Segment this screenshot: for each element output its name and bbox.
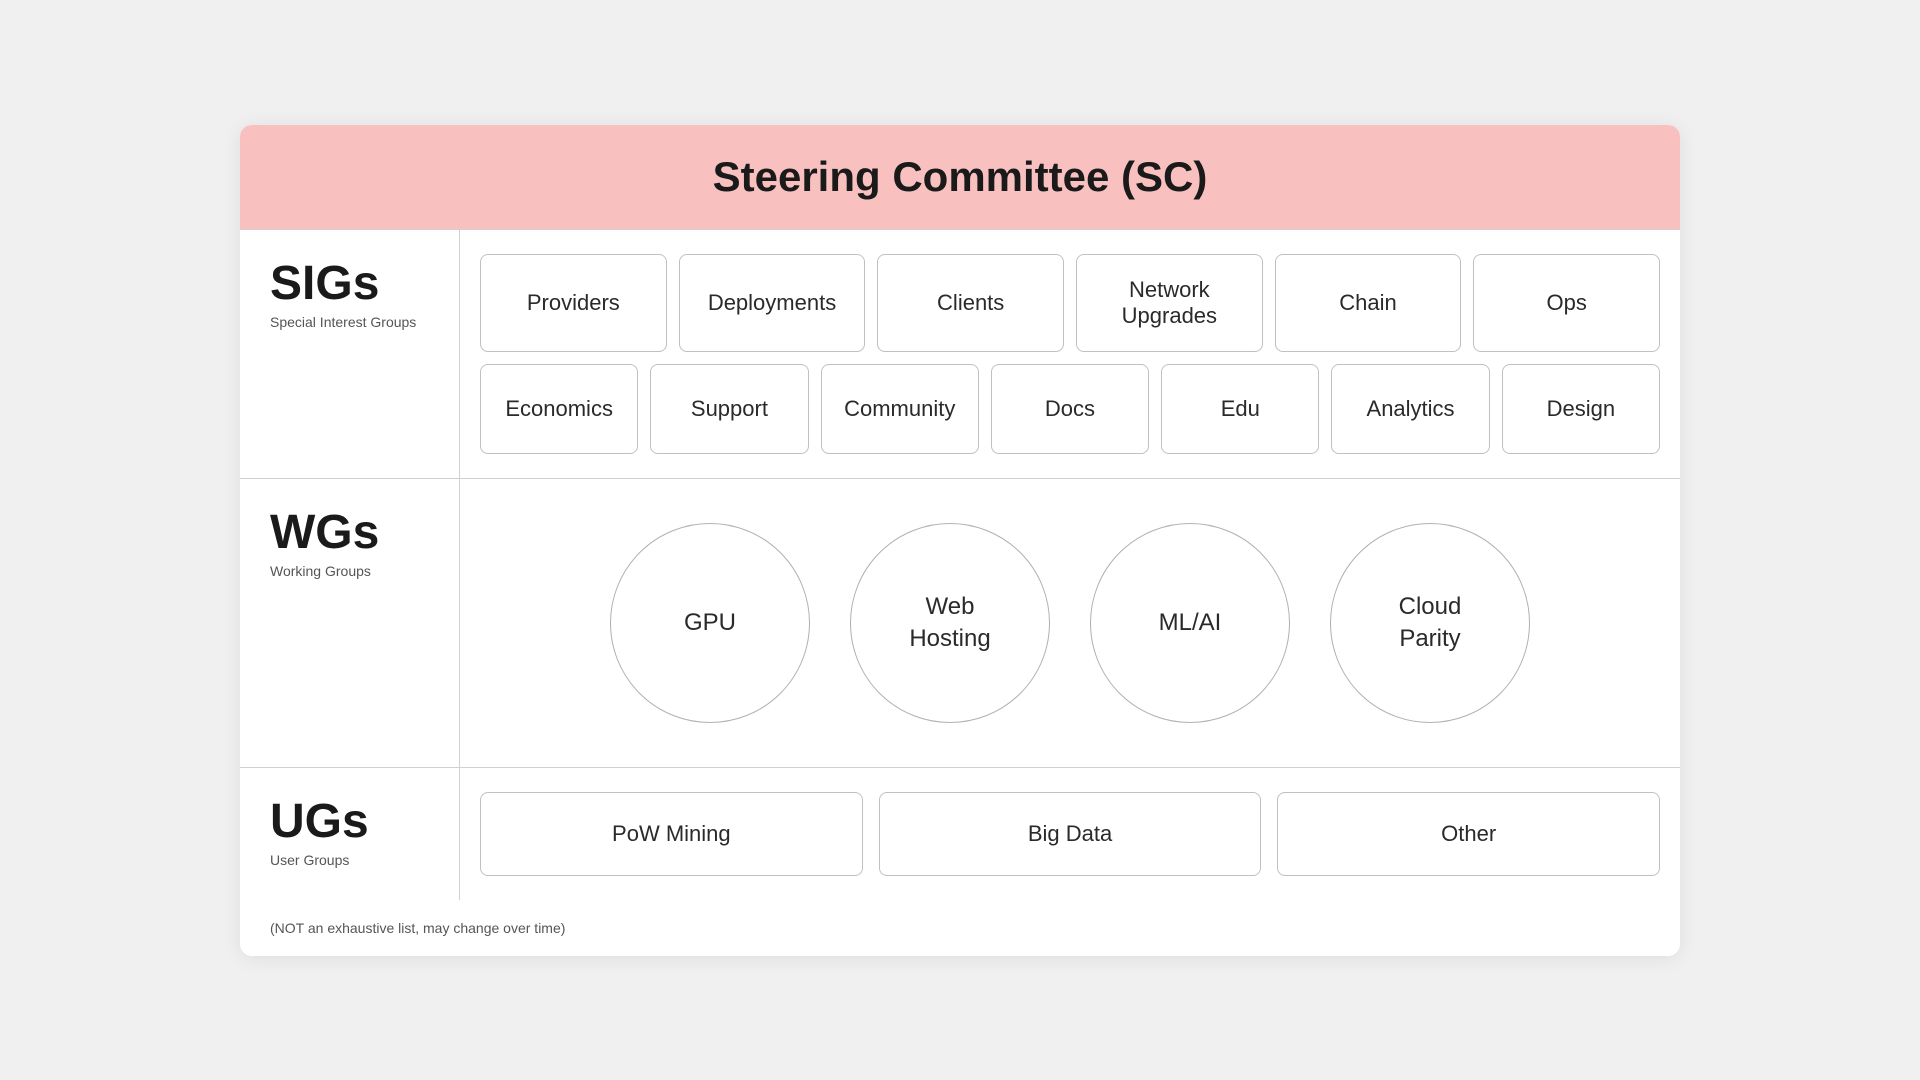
ugs-section: UGs User Groups PoW Mining Big Data Othe… [240,767,1680,900]
sigs-row-1: Providers Deployments Clients Network Up… [480,254,1660,352]
wg-mlai[interactable]: ML/AI [1090,523,1290,723]
wg-web-hosting[interactable]: WebHosting [850,523,1050,723]
ug-pow-mining[interactable]: PoW Mining [480,792,863,876]
sigs-content: Providers Deployments Clients Network Up… [460,230,1680,478]
sig-community[interactable]: Community [821,364,979,454]
sig-analytics[interactable]: Analytics [1331,364,1489,454]
sigs-grid: Providers Deployments Clients Network Up… [480,254,1660,454]
wgs-content: GPU WebHosting ML/AI CloudParity [460,479,1680,767]
sig-edu[interactable]: Edu [1161,364,1319,454]
sigs-row-2: Economics Support Community Docs Edu Ana… [480,364,1660,454]
wgs-sub-label: Working Groups [270,563,371,579]
header: Steering Committee (SC) [240,125,1680,229]
sigs-sub-label: Special Interest Groups [270,314,416,330]
wgs-big-label: WGs [270,509,379,557]
sig-design[interactable]: Design [1502,364,1660,454]
main-container: Steering Committee (SC) SIGs Special Int… [240,125,1680,956]
sig-chain[interactable]: Chain [1275,254,1462,352]
sig-economics[interactable]: Economics [480,364,638,454]
sigs-section: SIGs Special Interest Groups Providers D… [240,229,1680,478]
footnote: (NOT an exhaustive list, may change over… [240,900,1680,956]
main-content: SIGs Special Interest Groups Providers D… [240,229,1680,900]
ugs-label: UGs User Groups [240,768,460,900]
sig-docs[interactable]: Docs [991,364,1149,454]
sigs-big-label: SIGs [270,260,379,308]
sigs-label: SIGs Special Interest Groups [240,230,460,478]
ugs-boxes: PoW Mining Big Data Other [480,792,1660,876]
sig-providers[interactable]: Providers [480,254,667,352]
wg-cloud-parity[interactable]: CloudParity [1330,523,1530,723]
wgs-label: WGs Working Groups [240,479,460,767]
ugs-big-label: UGs [270,798,369,846]
sig-support[interactable]: Support [650,364,808,454]
page-title: Steering Committee (SC) [280,153,1640,201]
ugs-sub-label: User Groups [270,852,349,868]
sig-ops[interactable]: Ops [1473,254,1660,352]
sig-deployments[interactable]: Deployments [679,254,866,352]
ug-other[interactable]: Other [1277,792,1660,876]
wg-gpu[interactable]: GPU [610,523,810,723]
ugs-content: PoW Mining Big Data Other [460,768,1680,900]
wgs-section: WGs Working Groups GPU WebHosting ML/AI … [240,478,1680,767]
sig-network-upgrades[interactable]: Network Upgrades [1076,254,1263,352]
ug-big-data[interactable]: Big Data [879,792,1262,876]
sig-clients[interactable]: Clients [877,254,1064,352]
wgs-circles: GPU WebHosting ML/AI CloudParity [480,503,1660,743]
